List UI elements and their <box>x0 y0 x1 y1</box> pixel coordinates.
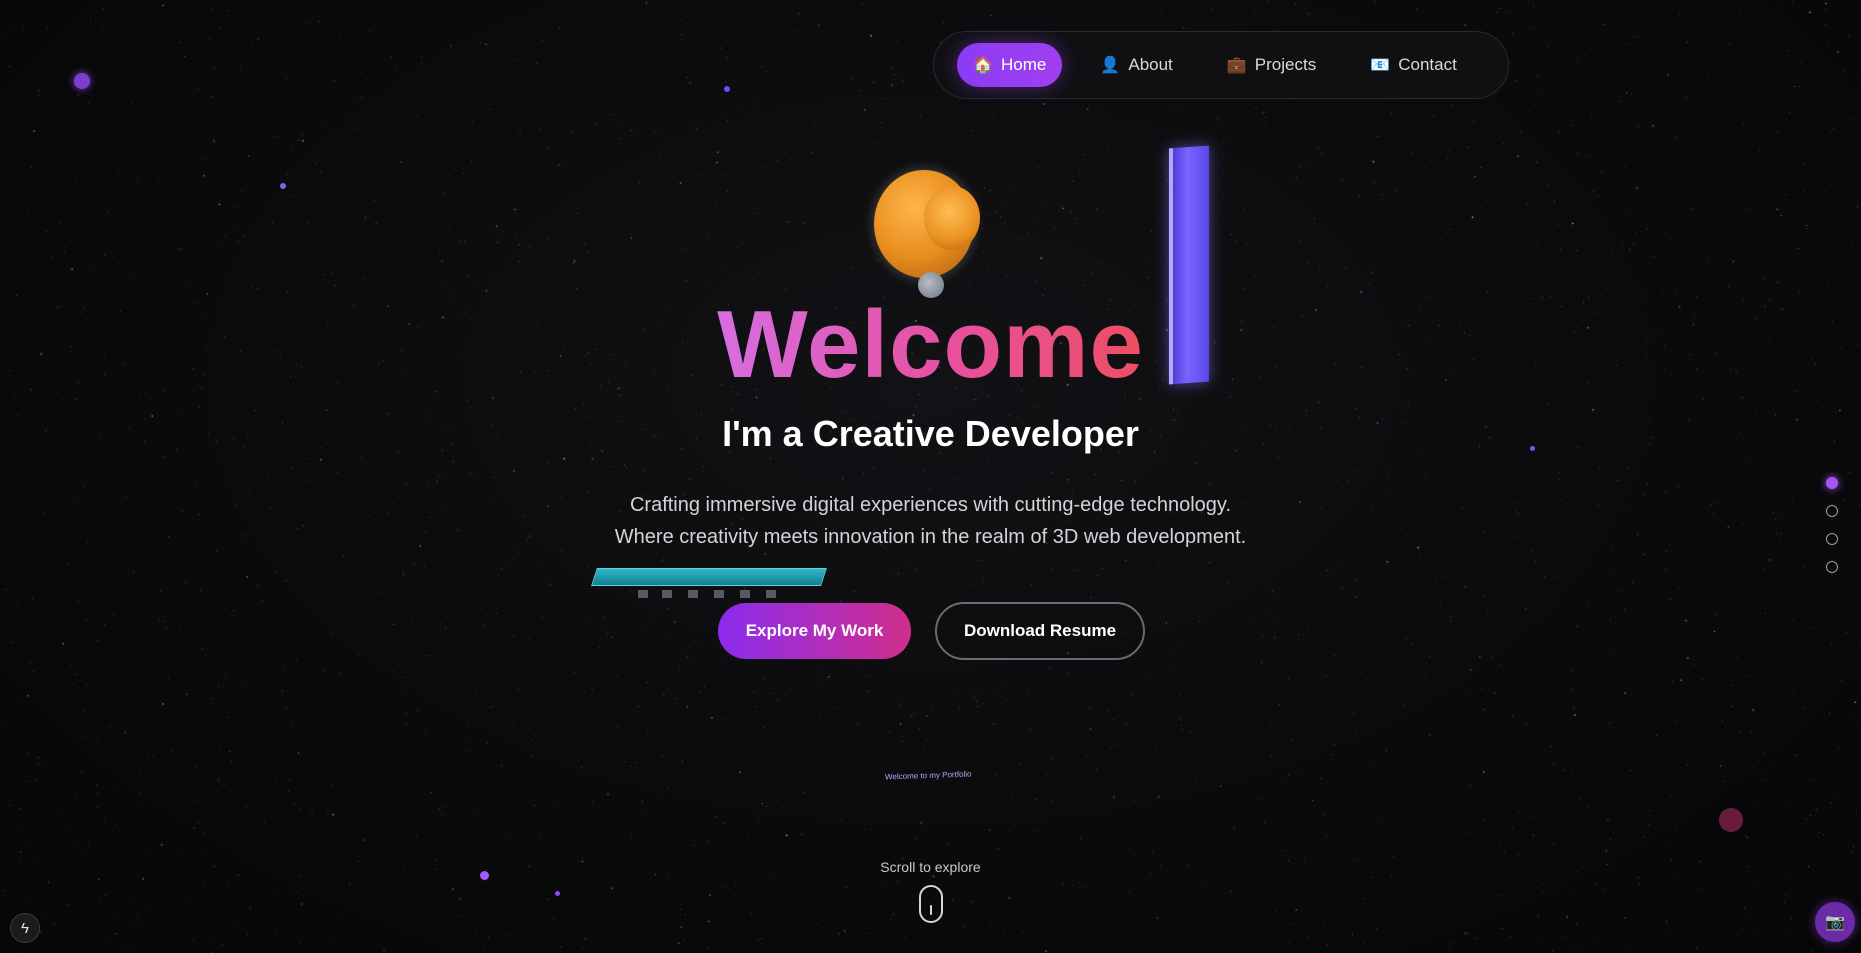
mail-icon: 📧 <box>1370 57 1391 74</box>
person-icon: 👤 <box>1100 57 1121 74</box>
decorative-orb <box>724 86 730 92</box>
scroll-hint: Scroll to explore <box>880 859 981 875</box>
camera-icon[interactable]: 📷 <box>1815 902 1855 942</box>
hero-subtitle: I'm a Creative Developer <box>722 413 1139 454</box>
mouse-scroll-icon <box>919 885 943 923</box>
section-dot-3[interactable] <box>1826 533 1838 545</box>
nav-item-label: Contact <box>1398 55 1457 74</box>
house-icon: 🏠 <box>973 57 993 74</box>
hero-title-text: Welcome <box>717 291 1144 398</box>
nav-item-projects[interactable]: 💼 Projects <box>1211 43 1332 87</box>
hero-title: Welcome <box>0 286 1861 404</box>
nav-item-about[interactable]: 👤 About <box>1084 43 1188 87</box>
floating-blob-shape <box>874 160 980 298</box>
nav-item-contact[interactable]: 📧 Contact <box>1354 43 1473 87</box>
nav-item-label: Projects <box>1254 55 1317 74</box>
section-dot-1[interactable] <box>1826 477 1838 489</box>
decorative-orb <box>555 891 560 896</box>
section-dot-2[interactable] <box>1826 505 1838 517</box>
section-dot-4[interactable] <box>1826 561 1838 573</box>
nav-item-label: About <box>1128 55 1173 74</box>
decorative-orb <box>74 73 90 89</box>
hero-description-line-1: Crafting immersive digital experiences w… <box>629 494 1232 516</box>
main-nav: 🏠 Home 👤 About 💼 Projects 📧 Contact <box>933 31 1509 99</box>
floating-chip-shape <box>590 560 827 598</box>
explore-work-button[interactable]: Explore My Work <box>718 603 911 659</box>
lightning-icon[interactable]: ϟ <box>10 913 40 943</box>
starfield-background <box>0 0 1861 953</box>
section-dots <box>1826 477 1840 589</box>
nav-item-home[interactable]: 🏠 Home <box>957 43 1063 87</box>
nav-item-label: Home <box>1001 55 1047 74</box>
hero-description: Crafting immersive digital experiences w… <box>0 489 1861 553</box>
decorative-orb <box>280 183 286 189</box>
hero-stage: 🏠 Home 👤 About 💼 Projects 📧 Contact Welc… <box>0 0 1861 953</box>
download-resume-button[interactable]: Download Resume <box>935 602 1145 660</box>
briefcase-icon: 💼 <box>1226 57 1247 74</box>
hero-description-line-2: Where creativity meets innovation in the… <box>614 526 1247 548</box>
decorative-orb <box>1719 808 1743 832</box>
